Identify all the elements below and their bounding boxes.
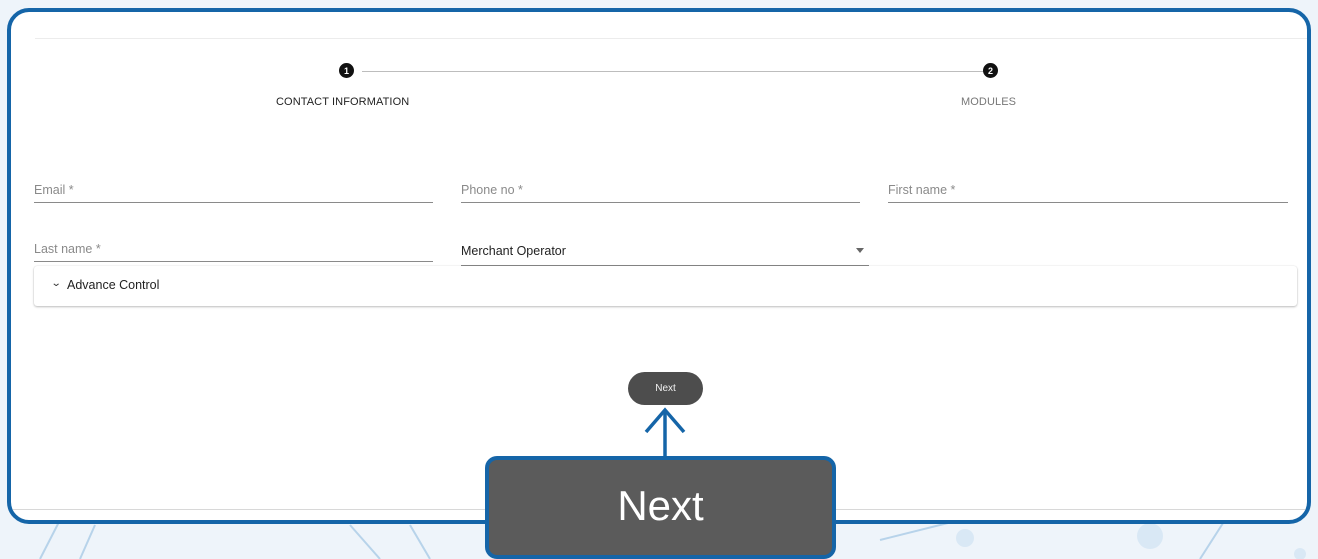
step-2-number: 2 <box>987 65 993 76</box>
next-button[interactable]: Next <box>628 372 703 405</box>
step-1-label[interactable]: CONTACT INFORMATION <box>276 96 409 108</box>
next-callout: Next <box>485 456 836 559</box>
step-2-indicator[interactable]: 2 <box>983 63 998 78</box>
step-1-number: 1 <box>343 65 349 76</box>
last-name-placeholder: Last name * <box>34 242 101 256</box>
advance-control-accordion[interactable]: ⌄ Advance Control <box>34 266 1297 306</box>
last-name-field[interactable]: Last name * <box>34 232 433 262</box>
callout-arrow-icon <box>644 407 686 458</box>
role-select-value: Merchant Operator <box>461 244 566 258</box>
role-select[interactable]: Merchant Operator <box>461 236 869 266</box>
dropdown-caret-icon <box>856 248 864 253</box>
email-field[interactable]: Email * <box>34 173 433 203</box>
next-callout-label: Next <box>617 482 704 529</box>
phone-placeholder: Phone no * <box>461 183 523 197</box>
first-name-field[interactable]: First name * <box>888 173 1288 203</box>
step-1-indicator[interactable]: 1 <box>339 63 354 78</box>
stepper-connector <box>362 71 985 72</box>
step-2-label[interactable]: MODULES <box>961 96 1016 108</box>
first-name-placeholder: First name * <box>888 183 956 197</box>
chevron-down-icon: ⌄ <box>50 278 62 289</box>
advance-control-label: Advance Control <box>67 278 160 292</box>
card-divider-top <box>35 38 1307 39</box>
phone-field[interactable]: Phone no * <box>461 173 860 203</box>
email-placeholder: Email * <box>34 183 74 197</box>
